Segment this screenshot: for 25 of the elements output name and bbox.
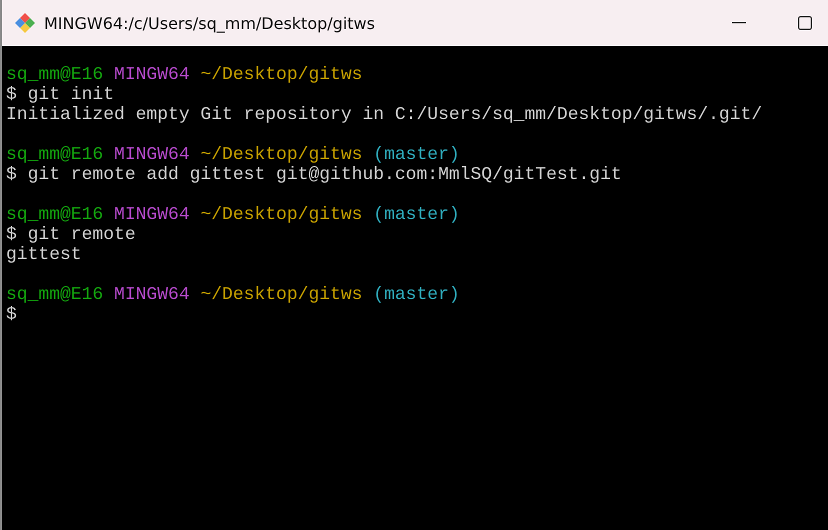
- command-line: $: [6, 305, 17, 325]
- prompt-host: MINGW64: [114, 205, 190, 225]
- window-title: MINGW64:/c/Users/sq_mm/Desktop/gitws: [44, 14, 376, 32]
- prompt-host: MINGW64: [114, 285, 190, 305]
- command-line: $ git remote add gittest git@github.com:MmlSQ/gitTest.git: [6, 165, 622, 185]
- prompt-host: MINGW64: [114, 145, 190, 165]
- minimize-icon: [732, 22, 746, 24]
- output-line: Initialized empty Git repository in C:/Users/sq_mm/Desktop/gitws/.git/: [6, 105, 762, 125]
- command-line: $ git remote: [6, 225, 136, 245]
- output-line: gittest: [6, 245, 82, 265]
- prompt-path: ~/Desktop/gitws: [200, 145, 362, 165]
- prompt-branch: (master): [373, 145, 460, 165]
- prompt-user: sq_mm@E16: [6, 205, 104, 225]
- prompt-host: MINGW64: [114, 65, 190, 85]
- command-line: $ git init: [6, 85, 114, 105]
- prompt-user: sq_mm@E16: [6, 285, 104, 305]
- app-logo-icon: [14, 12, 36, 34]
- prompt-user: sq_mm@E16: [6, 145, 104, 165]
- prompt-branch: (master): [373, 205, 460, 225]
- prompt-path: ~/Desktop/gitws: [200, 285, 362, 305]
- prompt-branch: (master): [373, 285, 460, 305]
- prompt-path: ~/Desktop/gitws: [200, 205, 362, 225]
- prompt-user: sq_mm@E16: [6, 65, 104, 85]
- prompt-path: ~/Desktop/gitws: [200, 65, 362, 85]
- maximize-icon: [798, 16, 812, 30]
